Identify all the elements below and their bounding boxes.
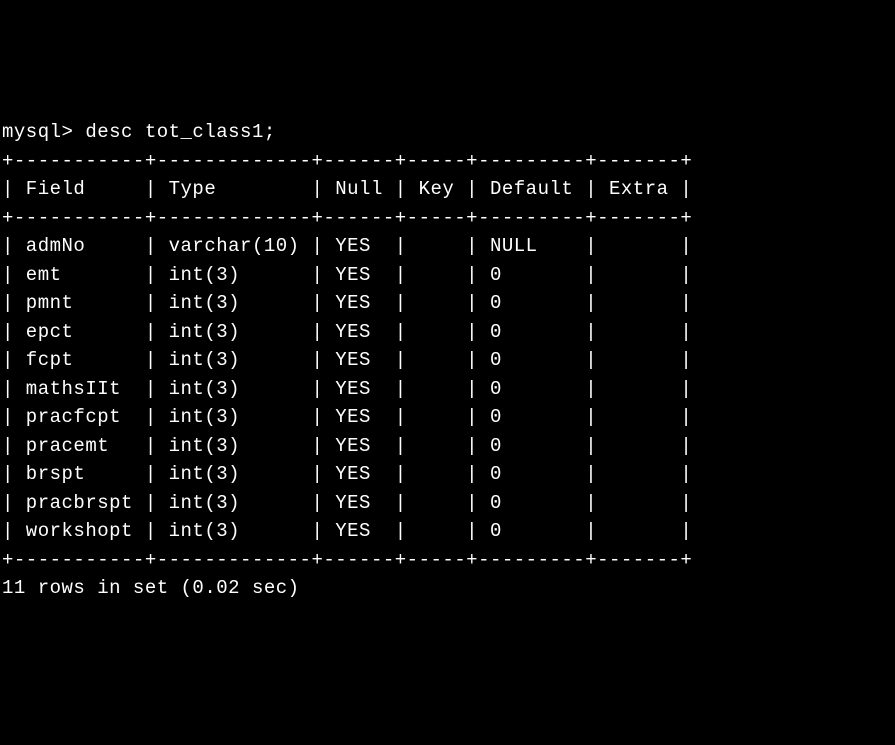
- terminal-output: mysql> desc tot_class1; +-----------+---…: [2, 118, 893, 603]
